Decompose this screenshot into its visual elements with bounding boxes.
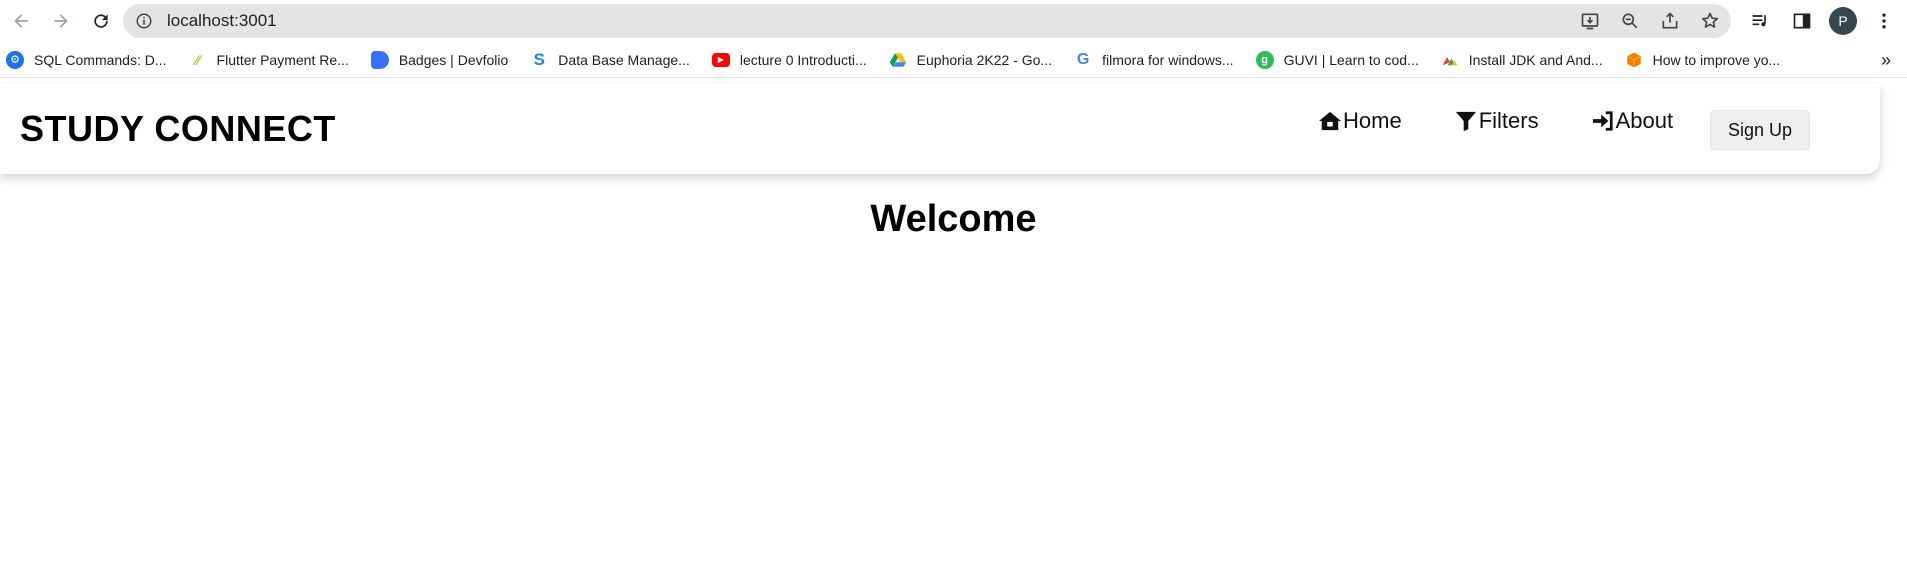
browser-toolbar: localhost:3001 P: [0, 0, 1907, 42]
kebab-menu-icon[interactable]: [1869, 6, 1899, 36]
bookmark-label: Euphoria 2K22 - Go...: [916, 51, 1053, 68]
bookmark-filmora[interactable]: G filmora for windows...: [1074, 50, 1234, 69]
bookmark-label: Install JDK and And...: [1468, 51, 1603, 68]
bookmark-star-icon[interactable]: [1695, 6, 1725, 36]
google-drive-favicon-icon: [889, 51, 907, 69]
bookmark-devfolio[interactable]: Badges | Devfolio: [370, 50, 509, 69]
profile-avatar[interactable]: P: [1829, 7, 1857, 35]
filter-icon: [1455, 111, 1476, 132]
nav-about-label: About: [1615, 108, 1674, 133]
bookmark-jdk[interactable]: Install JDK and And...: [1441, 51, 1603, 69]
bookmark-improve[interactable]: How to improve yo...: [1625, 51, 1781, 69]
forward-icon[interactable]: [46, 6, 76, 36]
bookmark-label: Flutter Payment Re...: [216, 51, 349, 68]
dbms-favicon-icon: S: [533, 49, 545, 69]
address-bar[interactable]: localhost:3001: [123, 4, 1731, 38]
bookmarks-overflow-button[interactable]: »: [1881, 50, 1891, 71]
bookmark-guvi[interactable]: g GUVI | Learn to cod...: [1255, 50, 1419, 69]
bookmarks-bar: ⚙ SQL Commands: D... ∕∕ Flutter Payment …: [0, 42, 1907, 78]
back-icon[interactable]: [6, 6, 36, 36]
flutter-payment-favicon-icon: ∕∕: [195, 51, 200, 68]
bookmark-euphoria[interactable]: Euphoria 2K22 - Go...: [889, 51, 1052, 69]
bookmark-label: Data Base Manage...: [558, 51, 690, 68]
nav-home-link[interactable]: Home: [1318, 108, 1402, 134]
bookmark-dbms[interactable]: S Data Base Manage...: [530, 49, 690, 69]
welcome-heading: Welcome: [870, 198, 1037, 240]
sql-favicon-icon: ⚙: [6, 50, 24, 69]
bookmark-label: How to improve yo...: [1652, 51, 1781, 68]
devfolio-favicon-icon: [370, 50, 389, 69]
install-app-icon[interactable]: [1575, 6, 1605, 36]
brand-title[interactable]: STUDY CONNECT: [20, 108, 336, 150]
cube-favicon-icon: [1625, 51, 1643, 69]
youtube-favicon-icon: ▶: [711, 52, 730, 67]
reload-icon[interactable]: [86, 6, 116, 36]
site-info-icon[interactable]: [135, 12, 153, 30]
bookmark-label: GUVI | Learn to cod...: [1283, 51, 1419, 68]
bookmark-label: lecture 0 Introducti...: [739, 51, 867, 68]
nav-filters-label: Filters: [1478, 108, 1539, 133]
bookmark-youtube[interactable]: ▶ lecture 0 Introducti...: [711, 51, 867, 68]
share-icon[interactable]: [1655, 6, 1685, 36]
google-favicon-icon: G: [1076, 50, 1090, 68]
url-text[interactable]: localhost:3001: [167, 11, 277, 31]
bookmark-flutter[interactable]: ∕∕ Flutter Payment Re...: [189, 51, 349, 69]
bookmark-sql[interactable]: ⚙ SQL Commands: D...: [6, 50, 167, 69]
home-icon: [1319, 111, 1341, 131]
app-navbar: STUDY CONNECT Home Filters About Sign Up: [0, 84, 1880, 174]
nav-links: Home Filters About: [1318, 108, 1725, 134]
nav-home-label: Home: [1343, 108, 1402, 133]
bookmark-label: SQL Commands: D...: [34, 51, 167, 68]
nav-about-link[interactable]: About: [1591, 108, 1674, 134]
jdk-favicon-icon: [1441, 51, 1459, 69]
zoom-icon[interactable]: [1615, 6, 1645, 36]
nav-filters-link[interactable]: Filters: [1454, 108, 1539, 134]
side-panel-icon[interactable]: [1787, 6, 1817, 36]
sign-in-icon: [1592, 111, 1613, 131]
bookmark-label: Badges | Devfolio: [398, 51, 509, 68]
sign-up-button[interactable]: Sign Up: [1710, 110, 1810, 150]
media-control-icon[interactable]: [1745, 6, 1775, 36]
guvi-favicon-icon: g: [1255, 50, 1274, 69]
bookmark-label: filmora for windows...: [1102, 51, 1234, 68]
page-content: STUDY CONNECT Home Filters About Sign Up…: [0, 78, 1907, 571]
